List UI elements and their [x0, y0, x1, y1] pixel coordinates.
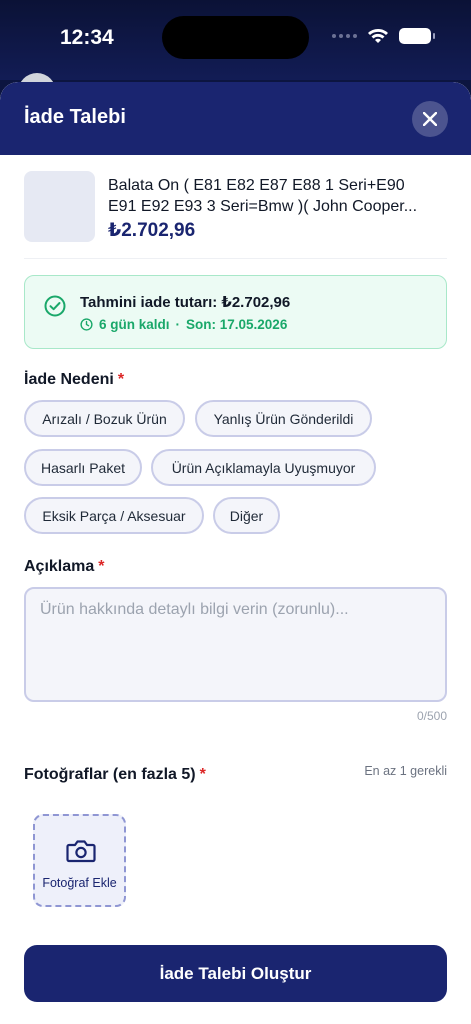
description-label: Açıklama *: [24, 558, 105, 576]
status-bar: 12:34: [0, 0, 471, 80]
status-icons: [332, 28, 435, 44]
photos-label-text: Fotoğraflar (en fazla 5): [24, 766, 196, 783]
return-request-sheet: İade Talebi Balata On ( E81 E82 E87 E88 …: [0, 82, 471, 1024]
days-left: 6 gün kaldı: [99, 317, 170, 332]
camera-icon: [66, 840, 96, 863]
signal-icon: [332, 34, 357, 38]
reason-chip-other[interactable]: Diğer: [213, 497, 280, 534]
check-circle-icon: [44, 295, 66, 317]
reason-label: İade Nedeni *: [24, 371, 124, 389]
close-icon: [423, 112, 437, 126]
clock-icon: [80, 318, 93, 331]
status-time: 12:34: [60, 26, 114, 49]
meta-separator: ·: [175, 317, 181, 332]
required-mark: *: [117, 371, 125, 388]
refund-estimate-box: Tahmini iade tutarı: ₺2.702,96 6 gün kal…: [24, 275, 447, 349]
photos-label: Fotoğraflar (en fazla 5) *: [24, 766, 206, 784]
required-mark: *: [199, 766, 206, 783]
product-image: [24, 171, 95, 242]
reason-chip-not-as-described[interactable]: Ürün Açıklamayla Uyuşmuyor: [151, 449, 376, 486]
add-photo-button[interactable]: Fotoğraf Ekle: [33, 814, 126, 907]
description-textarea[interactable]: [24, 587, 447, 702]
description-label-text: Açıklama: [24, 558, 95, 575]
sheet-title: İade Talebi: [24, 106, 126, 128]
deadline-date: Son: 17.05.2026: [186, 317, 288, 332]
product-name-line-2: E91 E92 E93 3 Seri=Bmw )( John Cooper...: [108, 198, 418, 215]
product-price: ₺2.702,96: [108, 220, 196, 241]
sheet-header: İade Talebi: [0, 82, 471, 155]
add-photo-label: Fotoğraf Ekle: [42, 876, 117, 890]
reason-label-text: İade Nedeni: [24, 371, 114, 388]
battery-icon: [399, 28, 435, 44]
reason-chip-wrong-product[interactable]: Yanlış Ürün Gönderildi: [195, 400, 372, 437]
reason-chip-missing-part[interactable]: Eksik Parça / Aksesuar: [24, 497, 204, 534]
required-mark: *: [98, 558, 105, 575]
product-name: Balata On ( E81 E82 E87 E88 1 Seri+E90 E…: [108, 175, 448, 217]
product-name-line-1: Balata On ( E81 E82 E87 E88 1 Seri+E90: [108, 177, 405, 194]
char-count: 0/500: [416, 709, 447, 723]
submit-return-button[interactable]: İade Talebi Oluştur: [24, 945, 447, 1002]
close-button[interactable]: [412, 101, 448, 137]
reason-chip-defective[interactable]: Arızalı / Bozuk Ürün: [24, 400, 185, 437]
refund-estimate-title: Tahmini iade tutarı: ₺2.702,96: [80, 294, 291, 311]
dynamic-island: [162, 16, 309, 59]
wifi-icon: [367, 28, 389, 44]
photos-hint: En az 1 gerekli: [364, 764, 447, 778]
product-summary: Balata On ( E81 E82 E87 E88 1 Seri+E90 E…: [24, 171, 447, 259]
reason-chip-damaged-package[interactable]: Hasarlı Paket: [24, 449, 142, 486]
refund-deadline: 6 gün kaldı · Son: 17.05.2026: [80, 317, 287, 332]
